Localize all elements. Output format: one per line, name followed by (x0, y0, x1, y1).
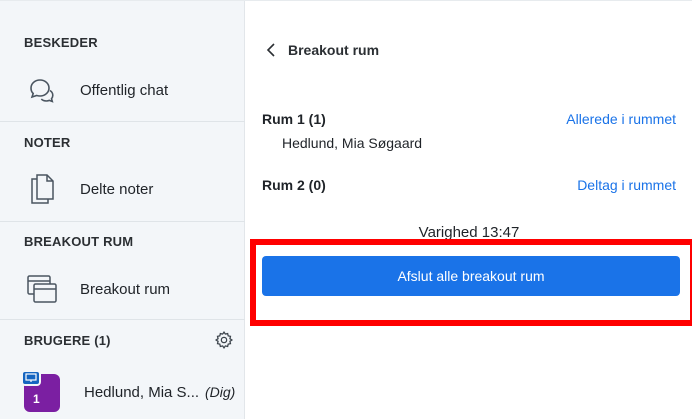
divider (0, 319, 245, 320)
avatar-number: 1 (33, 392, 40, 406)
presenter-screen-icon (21, 370, 41, 386)
section-header-users: BRUGERE (1) (24, 333, 111, 348)
room-status-link[interactable]: Allerede i rummet (566, 111, 676, 127)
room-title: Rum 2 (0) (262, 177, 326, 193)
user-self-tag: (Dig) (205, 384, 236, 400)
window-stack-icon (24, 271, 60, 307)
breakout-rooms-app: BESKEDER Offentlig chat NOTER Delte note… (0, 0, 692, 419)
avatar: 1 (21, 370, 60, 412)
join-room-link[interactable]: Deltag i rummet (577, 177, 676, 193)
chevron-left-icon (264, 41, 278, 59)
section-header-notes: NOTER (24, 135, 71, 150)
user-list-item[interactable]: 1 Hedlund, Mia S... (Dig) (0, 368, 245, 419)
sidebar-item-label: Offentlig chat (80, 81, 169, 99)
user-name: Hedlund, Mia S... (84, 384, 200, 401)
sidebar-item-label: Delte noter (80, 180, 154, 198)
breakout-panel: Breakout rum Rum 1 (1) Allerede i rummet… (246, 1, 692, 419)
gear-icon[interactable] (214, 330, 234, 350)
room-member: Hedlund, Mia Søgaard (282, 135, 423, 151)
sidebar: BESKEDER Offentlig chat NOTER Delte note… (0, 1, 245, 419)
end-all-breakout-rooms-button[interactable]: Afslut alle breakout rum (262, 256, 680, 296)
sidebar-item-public-chat[interactable]: Offentlig chat (0, 67, 245, 113)
document-icon (24, 171, 60, 207)
divider (0, 121, 245, 122)
sidebar-item-shared-notes[interactable]: Delte noter (0, 166, 245, 212)
sidebar-item-breakout-rooms[interactable]: Breakout rum (0, 266, 245, 312)
sidebar-item-label: Breakout rum (80, 280, 171, 298)
back-button[interactable]: Breakout rum (264, 41, 379, 59)
section-header-breakout: BREAKOUT RUM (24, 234, 134, 249)
chat-bubbles-icon (24, 72, 60, 108)
section-header-messages: BESKEDER (24, 35, 98, 50)
divider (0, 221, 245, 222)
room-title: Rum 1 (1) (262, 111, 326, 127)
panel-title: Breakout rum (288, 42, 380, 58)
